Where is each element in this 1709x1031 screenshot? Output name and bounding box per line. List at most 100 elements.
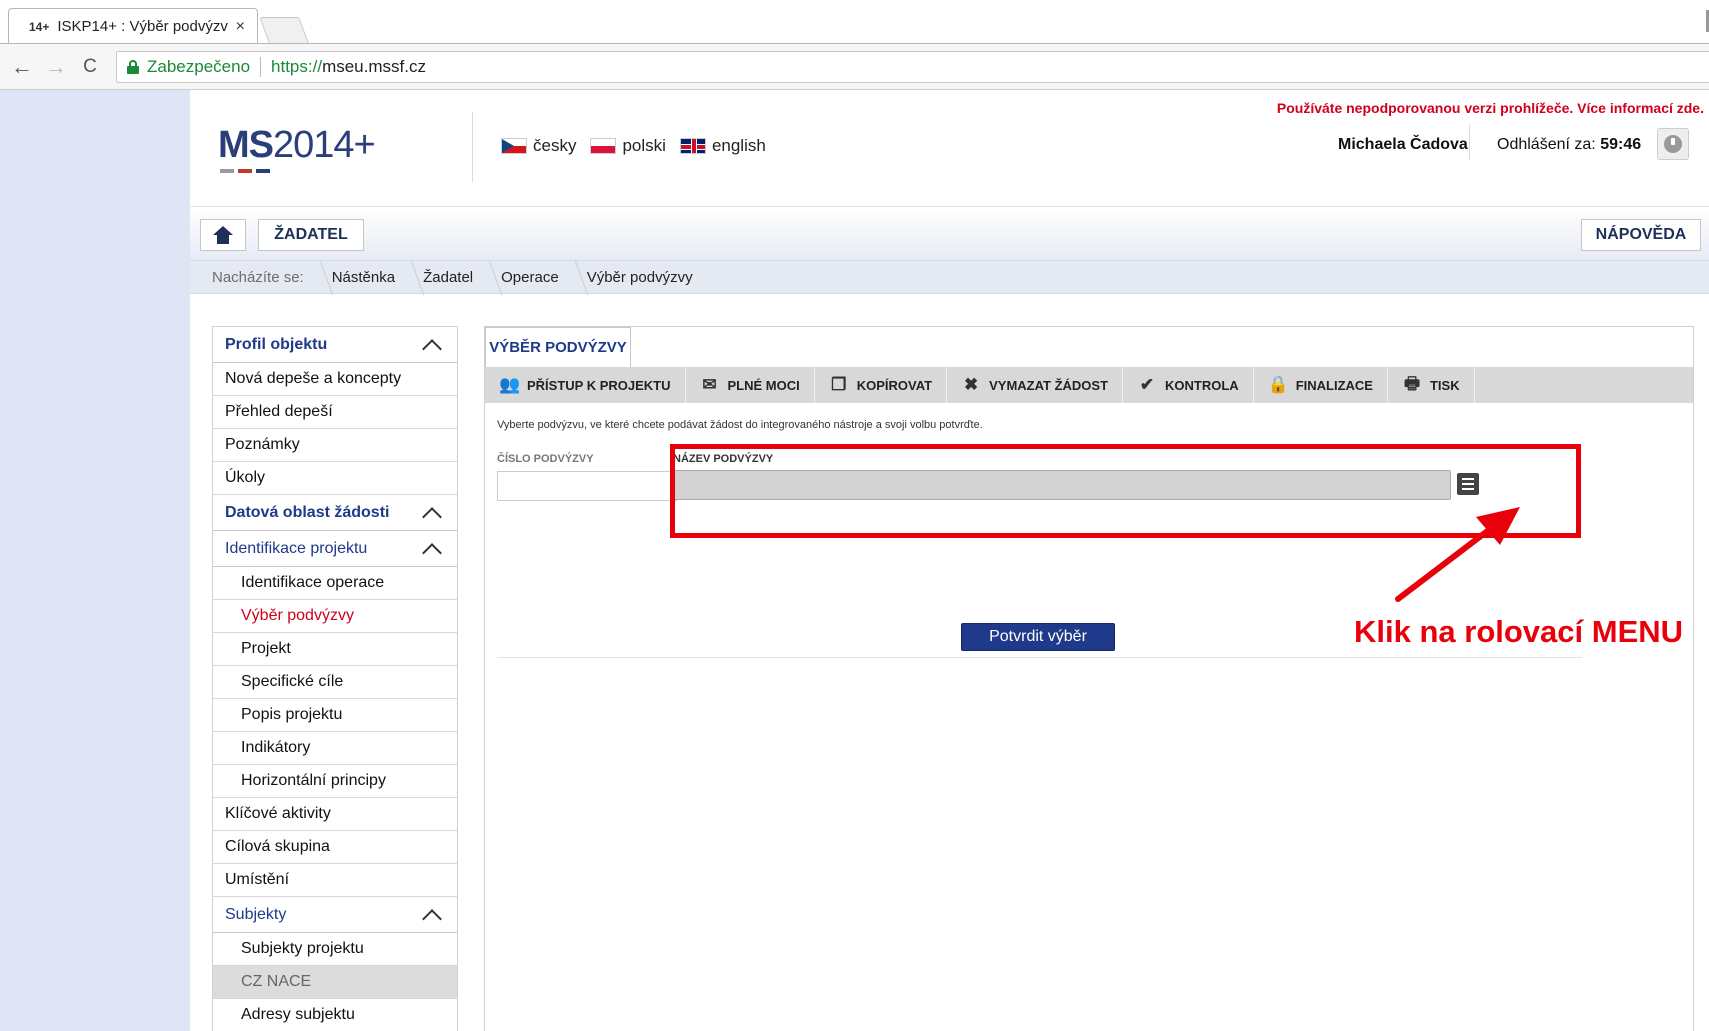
instruction-text: Vyberte podvýzvu, ve které chcete podáva…	[497, 419, 983, 431]
toolbar-button[interactable]: ✉ PLNÉ MOCI	[686, 367, 815, 403]
lang-label: polski	[622, 136, 666, 155]
lang-label: česky	[533, 136, 577, 155]
cz-flag-icon	[501, 138, 527, 154]
unsupported-browser-warning[interactable]: Používáte nepodporovanou verzi prohlížeč…	[1277, 100, 1704, 116]
sidebar-item-label: Výběr podvýzvy	[241, 607, 354, 624]
lang-english[interactable]: english	[679, 136, 766, 156]
sidebar-item[interactable]: Výběr podvýzvy	[213, 600, 457, 633]
breadcrumb-item[interactable]: Žadatel	[409, 269, 487, 286]
sidebar-item[interactable]: Datová oblast žádosti	[213, 495, 457, 531]
sidebar-item[interactable]: Subjekty	[213, 897, 457, 933]
back-arrow-icon[interactable]: ←	[8, 54, 36, 80]
toolbar-button-label: PŘÍSTUP K PROJEKTU	[527, 377, 671, 393]
user-name[interactable]: Michaela Čadova	[1338, 136, 1468, 154]
delete-icon: ✖	[963, 375, 979, 394]
sidebar-item[interactable]: Klíčové aktivity	[213, 798, 457, 831]
sidebar-item-label: Subjekty	[225, 905, 287, 923]
sidebar-item[interactable]: Specifické cíle	[213, 666, 457, 699]
breadcrumb-item[interactable]: Nástěnka	[318, 269, 409, 286]
sidebar-item-label: Umístění	[225, 871, 290, 888]
sidebar-item[interactable]: Poznámky	[213, 429, 457, 462]
user-divider	[1469, 124, 1470, 160]
envelope-icon: ✉	[702, 375, 717, 394]
sidebar-item[interactable]: Cílová skupina	[213, 831, 457, 864]
sidebar-item[interactable]: Úkoly	[213, 462, 457, 495]
logout-time: 59:46	[1600, 136, 1642, 153]
logo-bar-red	[238, 169, 252, 173]
toolbar-button[interactable]: 🔒 FINALIZACE	[1254, 367, 1388, 403]
secure-lock-icon	[127, 60, 139, 74]
sidebar-item-label: Klíčové aktivity	[225, 805, 331, 822]
browser-tab[interactable]: 14+ ISKP14+ : Výběr podvýzv ×	[8, 8, 258, 44]
url-host: mseu.mssf.cz	[322, 57, 426, 76]
copy-icon: ❐	[831, 375, 847, 394]
sidebar-item[interactable]: Identifikace operace	[213, 567, 457, 600]
toolbar-button[interactable]: 👥 PŘÍSTUP K PROJEKTU	[485, 367, 686, 403]
help-button[interactable]: NÁPOVĚDA	[1581, 219, 1701, 251]
chevron-up-icon[interactable]	[422, 542, 442, 563]
sidebar-item-label: Projekt	[241, 640, 291, 657]
chevron-up-icon[interactable]	[422, 908, 442, 929]
role-zadatel-button[interactable]: ŽADATEL	[258, 219, 364, 251]
reload-icon[interactable]: C	[76, 54, 104, 80]
breadcrumb-item[interactable]: Operace	[487, 269, 573, 286]
sidebar-item[interactable]: CZ NACE	[213, 966, 457, 999]
toolbar-button[interactable]: ✔ KONTROLA	[1123, 367, 1254, 403]
tab-vyber-podvyzvy[interactable]: VÝBĚR PODVÝZVY	[485, 327, 631, 367]
sidebar-item-label: Úkoly	[225, 469, 266, 486]
header-divider	[472, 112, 473, 182]
sidebar-item[interactable]: Profil objektu	[213, 327, 457, 363]
sidebar-item-label: Popis projektu	[241, 706, 343, 723]
logout-button[interactable]	[1657, 128, 1689, 160]
sidebar-item-label: Nová depeše a koncepty	[225, 370, 402, 387]
omnibox-separator	[260, 57, 262, 77]
sidebar-item[interactable]: Adresy subjektu	[213, 999, 457, 1031]
sidebar-item[interactable]: Projekt	[213, 633, 457, 666]
sidebar-item[interactable]: Indikátory	[213, 732, 457, 765]
home-icon	[213, 226, 233, 244]
address-bar[interactable]: Zabezpečeno https://mseu.mssf.cz	[116, 51, 1709, 83]
chevron-up-icon[interactable]	[422, 506, 442, 527]
ms2014-logo[interactable]: MS2014+	[218, 124, 376, 173]
main-panel: VÝBĚR PODVÝZVY 👥 PŘÍSTUP K PROJEKTU ✉ PLNÉ …	[484, 326, 1694, 1031]
sidebar-item-label: Identifikace projektu	[225, 539, 368, 557]
toolbar-button[interactable]: 🖶 TISK	[1388, 367, 1475, 403]
logo-ms: MS	[218, 124, 274, 166]
sidebar-item[interactable]: Popis projektu	[213, 699, 457, 732]
sidebar-item[interactable]: Přehled depeší	[213, 396, 457, 429]
sidebar-item-label: Přehled depeší	[225, 403, 333, 420]
sidebar-item-label: Adresy subjektu	[241, 1006, 355, 1023]
toolbar-button-label: FINALIZACE	[1295, 377, 1373, 393]
breadcrumb-item-current: Výběr podvýzvy	[573, 269, 707, 286]
sidebar-menu: Profil objektu Nová depeše a koncepty Přeh…	[212, 326, 458, 1031]
top-navigation: ŽADATEL NÁPOVĚDA	[190, 206, 1709, 260]
cislo-podvyzvy-input[interactable]	[497, 471, 677, 501]
secure-label: Zabezpečeno	[147, 57, 251, 76]
tab-close-icon[interactable]: ×	[236, 18, 245, 36]
sidebar-item-label: Poznámky	[225, 436, 300, 453]
action-toolbar: 👥 PŘÍSTUP K PROJEKTU ✉ PLNÉ MOCI ❐ KOPÍROVAT ✖…	[485, 367, 1693, 403]
sidebar-item[interactable]: Subjekty projektu	[213, 933, 457, 966]
forward-arrow-icon[interactable]: →	[42, 54, 70, 80]
toolbar-button-label: KONTROLA	[1165, 377, 1239, 393]
breadcrumb: Nacházíte se: Nástěnka Žadatel Operace V…	[190, 260, 1709, 294]
toolbar-button[interactable]: ✖ VYMAZAT ŽÁDOST	[947, 367, 1124, 403]
sidebar-item-label: Cílová skupina	[225, 838, 330, 855]
home-button[interactable]	[200, 219, 246, 251]
sidebar-item[interactable]: Umístění	[213, 864, 457, 897]
power-icon	[1664, 135, 1682, 153]
lang-polski[interactable]: polski	[590, 136, 666, 156]
toolbar-button[interactable]: ❐ KOPÍROVAT	[815, 367, 948, 403]
toolbar-button-label: KOPÍROVAT	[856, 377, 933, 393]
chevron-up-icon[interactable]	[422, 338, 442, 359]
confirm-selection-button[interactable]: Potvrdit výběr	[961, 623, 1115, 651]
toolbar-button-label: PLNÉ MOCI	[727, 377, 800, 393]
sidebar-item[interactable]: Nová depeše a koncepty	[213, 363, 457, 396]
sidebar-item[interactable]: Horizontální principy	[213, 765, 457, 798]
lang-cesky[interactable]: česky	[501, 136, 576, 156]
logo-bars	[220, 169, 375, 173]
new-tab-button[interactable]	[259, 17, 309, 43]
logo-bar-grey	[220, 169, 234, 173]
sidebar-item-label: CZ NACE	[241, 973, 312, 990]
sidebar-item[interactable]: Identifikace projektu	[213, 531, 457, 567]
